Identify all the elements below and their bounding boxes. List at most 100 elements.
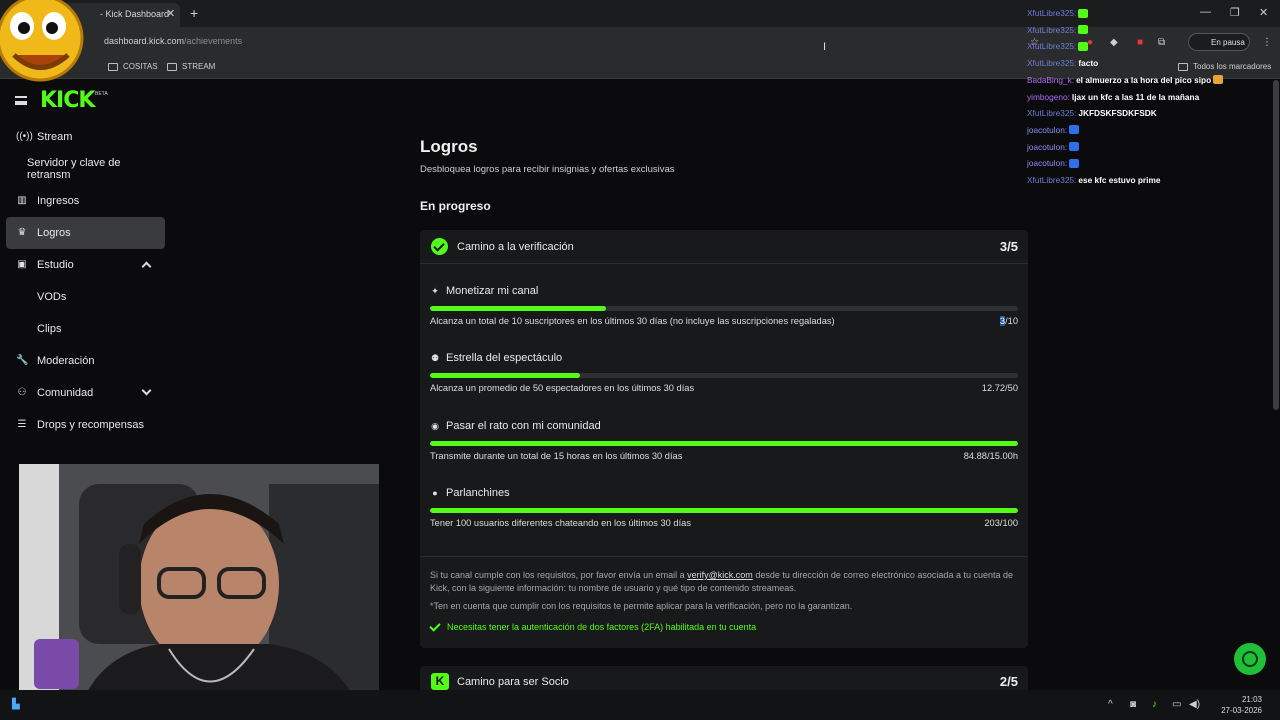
tray-chevron-icon[interactable]: ^ bbox=[1108, 699, 1113, 710]
volume-icon[interactable]: ◀) bbox=[1189, 699, 1200, 710]
chat-text: el almuerzo a la hora del pico sipo bbox=[1076, 74, 1212, 85]
achievement-description: Alcanza un promedio de 50 espectadores e… bbox=[430, 383, 695, 393]
sidebar-item-label: VODs bbox=[37, 291, 67, 303]
profile-pause-button[interactable]: En pausa bbox=[1188, 33, 1250, 51]
webcam-overlay bbox=[19, 464, 379, 710]
discord-icon[interactable]: ◙ bbox=[1130, 699, 1136, 710]
chat-username[interactable]: BadaBing_k: bbox=[1027, 75, 1074, 85]
folder-icon bbox=[167, 62, 177, 71]
puzzle-icon[interactable]: ⧉ bbox=[1158, 37, 1165, 48]
pause-label: En pausa bbox=[1211, 38, 1245, 47]
achievement-item: ⚉ Estrella del espectáculo Alcanza un pro… bbox=[430, 352, 1018, 412]
sidebar-item-drops[interactable]: ☰ Drops y recompensas bbox=[6, 409, 165, 441]
card-footer: Si tu canal cumple con los requisitos, p… bbox=[420, 556, 1028, 648]
help-support-button[interactable] bbox=[1234, 643, 1266, 675]
page-scrollbar[interactable] bbox=[1273, 80, 1279, 410]
broadcast-icon: ◉ bbox=[431, 420, 439, 431]
sidebar-item-ingresos[interactable]: ▥ Ingresos bbox=[6, 185, 165, 217]
studio-icon: ▣ bbox=[17, 259, 27, 270]
chat-username[interactable]: XfutLibre325: bbox=[1027, 175, 1076, 185]
microphone-icon[interactable]: ♪ bbox=[1152, 699, 1157, 710]
restore-icon[interactable]: ❐ bbox=[1230, 6, 1240, 19]
sidebar-item-moderacion[interactable]: 🔧 Moderación bbox=[6, 345, 165, 377]
sidebar-item-stream[interactable]: ((•)) Stream bbox=[6, 121, 165, 153]
achievement-item: ✦ Monetizar mi canal Alcanza un total de … bbox=[430, 285, 1018, 345]
chat-username[interactable]: yimbogeno: bbox=[1027, 92, 1070, 102]
beta-badge: BETA bbox=[95, 91, 108, 97]
extension-diamond-icon[interactable]: ◆ bbox=[1110, 37, 1118, 48]
sidebar-item-logros[interactable]: ♛ Logros bbox=[6, 217, 165, 249]
mascot-emoji-overlay bbox=[0, 0, 84, 82]
check-icon bbox=[429, 619, 441, 632]
chat-username[interactable]: XfutLibre325: bbox=[1027, 8, 1076, 18]
progress-bar bbox=[430, 306, 1018, 311]
chat-message: yimbogeno: ljax un kfc a las 11 de la mañ… bbox=[1027, 92, 1199, 102]
progress-fill bbox=[430, 306, 607, 311]
network-icon[interactable]: ▭ bbox=[1172, 699, 1181, 710]
achievement-description: Alcanza un total de 10 suscriptores en l… bbox=[430, 316, 835, 326]
chat-message: XfutLibre325: facto bbox=[1027, 58, 1098, 68]
verify-email-link[interactable]: verify@kick.com bbox=[687, 570, 753, 580]
sidebar-item-label: Clips bbox=[37, 323, 62, 335]
achievement-title: Monetizar mi canal bbox=[446, 285, 539, 297]
bookmark-folder-stream[interactable]: STREAM bbox=[167, 62, 215, 71]
chat-message: XfutLibre325: bbox=[1027, 41, 1089, 51]
minimize-icon[interactable]: — bbox=[1200, 6, 1211, 18]
progress-bar bbox=[430, 441, 1018, 446]
chat-emote-icon bbox=[1069, 158, 1080, 168]
screen: - Kick Dashboard ✕ + — ❐ ✕ dashboard.kic… bbox=[0, 0, 1280, 720]
chat-username[interactable]: joacotulon: bbox=[1027, 125, 1067, 135]
chat-message: joacotulon: bbox=[1027, 142, 1080, 152]
instructions-text: Si tu canal cumple con los requisitos, p… bbox=[430, 570, 685, 580]
hamburger-menu-icon[interactable] bbox=[15, 96, 27, 105]
chat-message: joacotulon: bbox=[1027, 125, 1080, 135]
new-tab-icon[interactable]: + bbox=[190, 5, 198, 21]
clock-time: 21:03 bbox=[1241, 695, 1262, 704]
chat-text: facto bbox=[1078, 58, 1099, 69]
chat-emote-icon bbox=[1213, 75, 1224, 85]
achievement-value: 3/10 bbox=[999, 316, 1018, 326]
url-field[interactable]: dashboard.kick.com/achievements bbox=[104, 36, 242, 46]
chat-username[interactable]: XfutLibre325: bbox=[1027, 25, 1076, 35]
achievement-item: ◉ Pasar el rato con mi comunidad Transmit… bbox=[430, 420, 1018, 480]
clock-date: 27-03-2026 bbox=[1221, 706, 1262, 715]
chat-message: XfutLibre325: bbox=[1027, 8, 1089, 18]
sidebar-item-comunidad[interactable]: ⚇ Comunidad bbox=[6, 377, 165, 409]
kebab-menu-icon[interactable]: ⋮ bbox=[1262, 37, 1272, 48]
os-taskbar bbox=[0, 690, 1280, 720]
close-tab-icon[interactable]: ✕ bbox=[166, 7, 175, 20]
bookmark-folder-cositas[interactable]: COSITAS bbox=[108, 62, 158, 71]
url-path: /achievements bbox=[184, 36, 243, 46]
chat-username[interactable]: joacotulon: bbox=[1027, 158, 1067, 168]
broadcast-icon: ((•)) bbox=[16, 131, 33, 142]
sidebar-item-label: Ingresos bbox=[37, 195, 80, 207]
start-icon[interactable]: ▙ bbox=[12, 699, 20, 710]
requirement-2fa-text: Necesitas tener la autenticación de dos … bbox=[447, 622, 757, 632]
sidebar-item-stream-key[interactable]: Servidor y clave de retransm bbox=[6, 153, 165, 185]
achievement-description: Tener 100 usuarios diferentes chateando … bbox=[430, 518, 691, 528]
chat-username[interactable]: XfutLibre325: bbox=[1027, 108, 1076, 118]
wrench-icon: 🔧 bbox=[16, 355, 29, 366]
page-subtitle: Desbloquea logros para recibir insignias… bbox=[420, 164, 675, 175]
sidebar-item-clips[interactable]: Clips bbox=[6, 313, 165, 345]
bookmark-label: COSITAS bbox=[123, 62, 158, 71]
chat-username[interactable]: joacotulon: bbox=[1027, 142, 1067, 152]
achievement-description: Transmite durante un total de 15 horas e… bbox=[430, 451, 683, 461]
sidebar-item-label: Moderación bbox=[37, 355, 95, 367]
sidebar-item-label: Stream bbox=[37, 131, 73, 143]
trophy-icon: ♛ bbox=[17, 227, 27, 238]
extension-badge-icon[interactable]: ■ bbox=[1137, 37, 1143, 48]
chat-icon: ● bbox=[432, 488, 438, 498]
bar-chart-icon: ▥ bbox=[17, 195, 27, 206]
chat-emote-icon bbox=[1078, 41, 1089, 51]
close-window-icon[interactable]: ✕ bbox=[1259, 6, 1268, 19]
bookmark-all-folder[interactable]: Todos los marcadores bbox=[1178, 62, 1271, 71]
bookmark-label: STREAM bbox=[182, 62, 216, 71]
chat-username[interactable]: XfutLibre325: bbox=[1027, 58, 1076, 68]
chat-username[interactable]: XfutLibre325: bbox=[1027, 41, 1076, 51]
sidebar-item-vods[interactable]: VODs bbox=[6, 281, 165, 313]
kick-logo[interactable]: KICK bbox=[40, 88, 95, 113]
progress-fill bbox=[430, 508, 1018, 513]
card-header[interactable]: Camino a la verificación 3/5 bbox=[420, 230, 1028, 264]
taskbar-clock[interactable]: 21:03 27-03-2026 bbox=[1221, 694, 1262, 716]
